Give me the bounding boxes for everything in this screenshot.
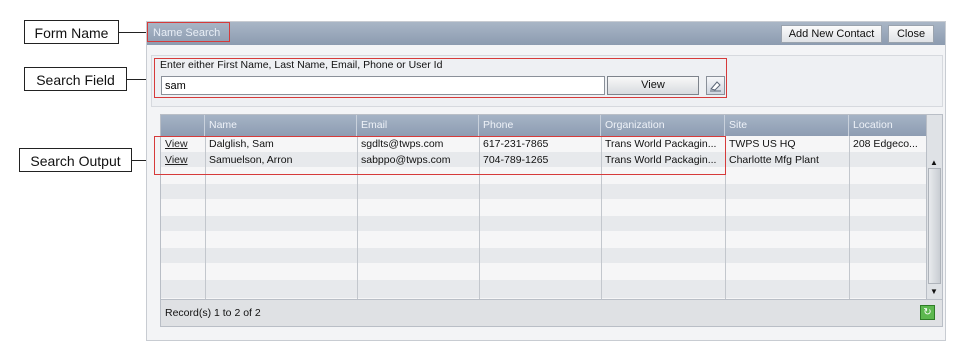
col-header-location[interactable]: Location (849, 115, 927, 136)
empty-row (161, 200, 927, 216)
search-output-highlight (154, 136, 726, 175)
empty-row (161, 280, 927, 299)
grid-header: Name Email Phone Organization Site Locat… (161, 115, 927, 136)
cell-site: TWPS US HQ (729, 138, 796, 150)
col-header-phone[interactable]: Phone (479, 115, 601, 136)
cell-location: 208 Edgeco... (853, 138, 918, 150)
col-header-email[interactable]: Email (357, 115, 479, 136)
form-name-highlight (147, 22, 230, 42)
col-header-site[interactable]: Site (725, 115, 849, 136)
empty-row (161, 184, 927, 200)
callout-line-form-name (119, 32, 147, 33)
empty-row (161, 216, 927, 232)
close-button[interactable]: Close (888, 25, 934, 43)
title-bar: Name Search Add New Contact Close (147, 22, 945, 45)
header-scroll-corner (926, 115, 942, 136)
cell-site: Charlotte Mfg Plant (729, 154, 819, 166)
search-field-highlight (154, 58, 727, 98)
empty-row (161, 248, 927, 264)
col-header-view[interactable] (161, 115, 205, 136)
refresh-icon[interactable]: ↻ (920, 305, 935, 320)
scroll-down-icon[interactable]: ▼ (930, 287, 938, 296)
record-count: Record(s) 1 to 2 of 2 (165, 307, 261, 319)
callout-search-field: Search Field (24, 67, 127, 91)
scroll-thumb[interactable] (928, 168, 941, 284)
vertical-scrollbar[interactable]: ▲ ▼ (926, 136, 942, 299)
empty-row (161, 232, 927, 248)
grid-footer: Record(s) 1 to 2 of 2 ↻ (161, 299, 942, 326)
callout-search-output: Search Output (19, 148, 132, 172)
empty-row (161, 264, 927, 280)
cell-location (849, 152, 927, 168)
add-new-contact-button[interactable]: Add New Contact (781, 25, 882, 43)
callout-form-name: Form Name (24, 20, 119, 44)
col-header-organization[interactable]: Organization (601, 115, 725, 136)
scroll-up-icon[interactable]: ▲ (930, 158, 938, 167)
column-divider (849, 136, 850, 299)
col-header-name[interactable]: Name (205, 115, 357, 136)
